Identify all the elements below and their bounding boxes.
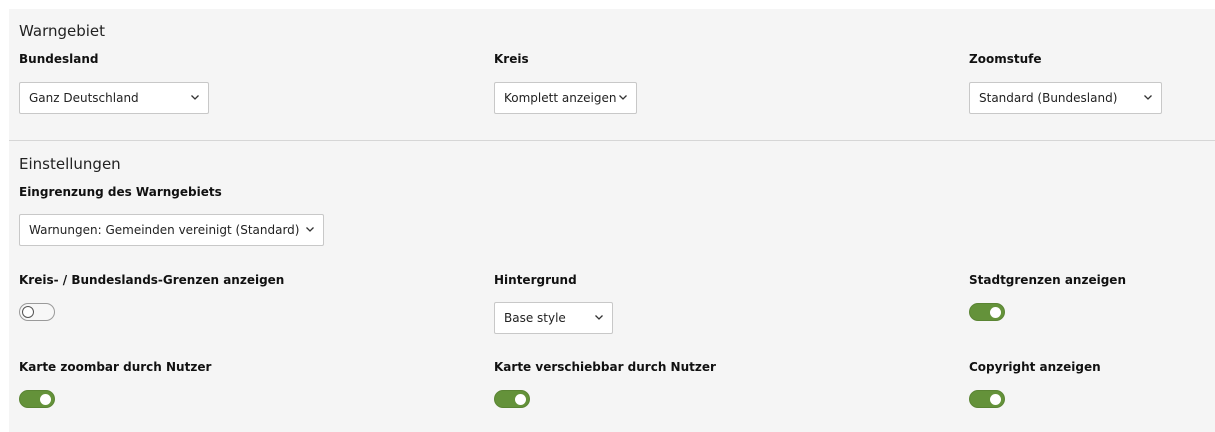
chevron-down-icon [1144,95,1152,100]
copyright-toggle[interactable] [969,390,1005,408]
section-title-warngebiet: Warngebiet [19,22,106,40]
zoombar-toggle[interactable] [19,390,55,408]
kreis-select-value: Komplett anzeigen [504,91,617,105]
chevron-down-icon [619,95,627,100]
toggle-knob [22,306,34,318]
zoombar-label: Karte zoombar durch Nutzer [19,360,212,374]
toggle-knob [40,393,51,405]
toggle-knob [515,393,526,405]
bundesland-select[interactable]: Ganz Deutschland [19,82,209,114]
bundesland-label: Bundesland [19,52,99,66]
hintergrund-select-value: Base style [504,311,566,325]
verschiebbar-toggle[interactable] [494,390,530,408]
zoomstufe-select[interactable]: Standard (Bundesland) [969,82,1162,114]
eingrenzung-select[interactable]: Warnungen: Gemeinden vereinigt (Standard… [19,214,324,246]
hintergrund-select[interactable]: Base style [494,302,613,334]
bundesland-select-value: Ganz Deutschland [29,91,139,105]
eingrenzung-label: Eingrenzung des Warngebiets [19,185,222,199]
kreis-label: Kreis [494,52,529,66]
zoomstufe-label: Zoomstufe [969,52,1042,66]
toggle-knob [990,306,1001,318]
stadtgrenzen-label: Stadtgrenzen anzeigen [969,273,1126,287]
chevron-down-icon [306,227,314,232]
toggle-knob [990,393,1001,405]
section-divider [9,140,1215,141]
hintergrund-label: Hintergrund [494,273,577,287]
kreis-select[interactable]: Komplett anzeigen [494,82,637,114]
grenzen-label: Kreis- / Bundeslands-Grenzen anzeigen [19,273,285,287]
chevron-down-icon [595,315,603,320]
verschiebbar-label: Karte verschiebbar durch Nutzer [494,360,716,374]
zoomstufe-select-value: Standard (Bundesland) [979,91,1118,105]
section-title-einstellungen: Einstellungen [19,155,121,173]
stadtgrenzen-toggle[interactable] [969,303,1005,321]
eingrenzung-select-value: Warnungen: Gemeinden vereinigt (Standard… [29,223,300,237]
copyright-label: Copyright anzeigen [969,360,1101,374]
chevron-down-icon [191,95,199,100]
grenzen-toggle[interactable] [19,303,55,321]
